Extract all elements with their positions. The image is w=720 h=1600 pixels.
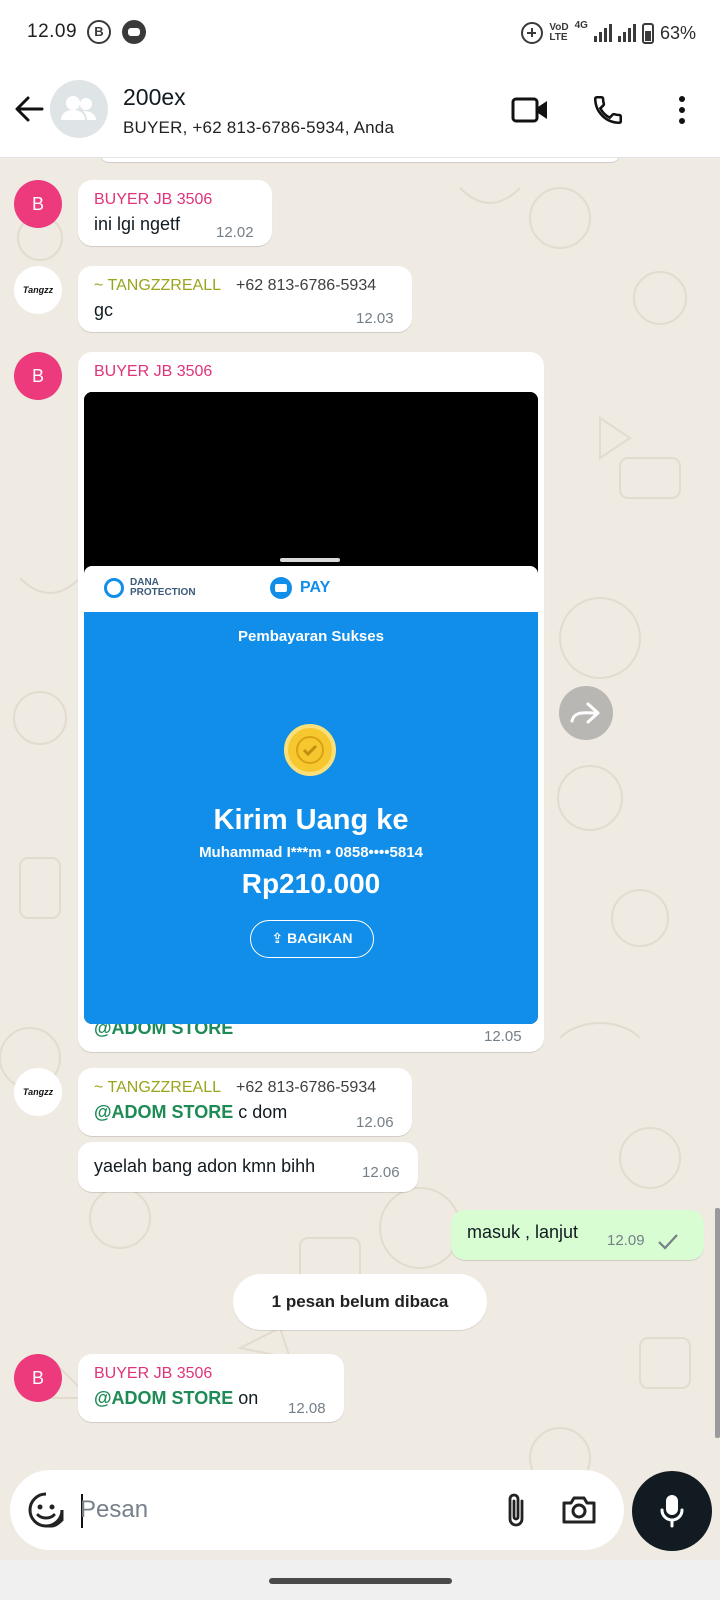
- volte-bottom-label: LTE: [549, 32, 568, 43]
- share-label: BAGIKAN: [287, 930, 353, 946]
- pay-logo: PAY: [270, 577, 330, 599]
- microphone-icon: [660, 1495, 684, 1528]
- pay-label: PAY: [300, 579, 331, 596]
- message-text: yaelah bang adon kmn bihh: [94, 1156, 316, 1176]
- sender-avatar-buyer[interactable]: B: [14, 352, 62, 400]
- volte-icon: VoD LTE: [549, 23, 568, 43]
- mention-link[interactable]: @ADOM STORE: [94, 1388, 233, 1408]
- b-notification-icon: B: [87, 20, 111, 44]
- data-saver-icon: [521, 22, 544, 44]
- emoji-sticker-button[interactable]: [26, 1490, 66, 1530]
- share-icon: ⇪: [271, 930, 288, 946]
- receipt-share-button: ⇪ BAGIKAN: [250, 920, 374, 958]
- forward-button[interactable]: [559, 686, 613, 740]
- paperclip-icon: [508, 1493, 524, 1527]
- message-input[interactable]: [80, 1488, 460, 1532]
- sender-name[interactable]: ~ TANGZZREALL: [94, 1079, 221, 1097]
- outgoing-message-bubble[interactable]: masuk , lanjut 12.09: [451, 1210, 704, 1260]
- message-text: masuk , lanjut: [467, 1222, 579, 1242]
- message-time: 12.06: [362, 1164, 400, 1181]
- group-icon: [61, 96, 96, 120]
- sender-avatar-buyer[interactable]: B: [14, 180, 62, 228]
- message-bubble[interactable]: BUYER JB 3506 ini lgi ngetf 12.02: [78, 180, 272, 246]
- message-time: 12.06: [356, 1114, 394, 1131]
- system-navigation-bar: [0, 1560, 720, 1600]
- sender-avatar-buyer[interactable]: B: [14, 1354, 62, 1402]
- sender-avatar-tangzz[interactable]: Tangzz: [14, 266, 62, 314]
- voice-call-button[interactable]: [586, 88, 630, 132]
- dana-shield-icon: [104, 578, 124, 598]
- receipt-amount: Rp210.000: [241, 868, 381, 899]
- chat-notification-icon: [122, 20, 146, 44]
- more-options-button[interactable]: [660, 88, 704, 132]
- message-time: 12.02: [216, 224, 254, 241]
- message-text: c dom: [233, 1102, 288, 1122]
- signal-2-icon: [617, 24, 636, 42]
- success-coin-icon: [284, 724, 336, 776]
- receipt-body: Pembayaran Sukses Kirim Uang ke Muhammad…: [84, 612, 538, 1024]
- sender-avatar-tangzz[interactable]: Tangzz: [14, 1068, 62, 1116]
- battery-percent: 63%: [659, 22, 696, 43]
- message-bubble[interactable]: BUYER JB 3506 @ADOM STORE on 12.08: [78, 1354, 344, 1422]
- kebab-menu-icon: [679, 96, 685, 124]
- message-text: gc: [94, 300, 114, 320]
- image-handle: [280, 558, 340, 562]
- sender-name[interactable]: BUYER JB 3506: [94, 191, 212, 209]
- chat-title[interactable]: 200ex: [123, 84, 186, 111]
- home-gesture-pill[interactable]: [269, 1578, 452, 1584]
- camera-button[interactable]: [556, 1488, 602, 1532]
- image-dark-area: [84, 392, 538, 566]
- attach-button[interactable]: [494, 1488, 538, 1532]
- back-button[interactable]: [12, 92, 46, 126]
- voice-message-button[interactable]: [632, 1471, 712, 1551]
- message-bubble[interactable]: ~ TANGZZREALL +62 813-6786-5934 @ADOM ST…: [78, 1068, 412, 1136]
- dana-protection-logo: DANA PROTECTION: [104, 578, 196, 598]
- message-time: 12.08: [288, 1400, 326, 1417]
- signal-icon: [593, 24, 612, 42]
- scrollbar[interactable]: [715, 1208, 720, 1438]
- status-bar: 12.09 B VoD LTE 4G 63%: [0, 0, 720, 64]
- message-text: on: [233, 1388, 259, 1408]
- group-avatar[interactable]: [50, 80, 108, 138]
- sticker-icon: [28, 1492, 64, 1528]
- receipt-title: Kirim Uang ke: [213, 804, 409, 836]
- sender-name[interactable]: ~ TANGZZREALL: [94, 277, 221, 295]
- video-camera-icon: [511, 97, 547, 123]
- payment-status: Pembayaran Sukses: [238, 628, 384, 645]
- sender-name[interactable]: BUYER JB 3506: [94, 1365, 212, 1383]
- camera-icon: [562, 1496, 596, 1524]
- status-right-group: VoD LTE 4G 63%: [521, 20, 696, 46]
- payment-screenshot-image[interactable]: DANA PROTECTION PAY Pembayaran Sukses Kir…: [84, 392, 538, 1024]
- wallet-icon: [270, 577, 292, 599]
- battery-icon: [641, 22, 654, 44]
- sender-name[interactable]: BUYER JB 3506: [94, 363, 212, 381]
- back-arrow-icon: [15, 96, 44, 122]
- receipt-header: DANA PROTECTION PAY: [84, 566, 538, 612]
- message-bubble[interactable]: yaelah bang adon kmn bihh 12.06: [78, 1142, 418, 1192]
- message-time: 12.09: [607, 1232, 645, 1249]
- message-bubble-partial[interactable]: [100, 158, 620, 162]
- chat-area[interactable]: B BUYER JB 3506 ini lgi ngetf 12.02 Tang…: [0, 158, 720, 1530]
- receipt-recipient: Muhammad I***m • 0858••••5814: [199, 844, 423, 861]
- mention-link[interactable]: @ADOM STORE: [94, 1102, 233, 1122]
- message-bubble[interactable]: ~ TANGZZREALL +62 813-6786-5934 gc 12.03: [78, 266, 412, 332]
- message-text: ini lgi ngetf: [94, 214, 181, 234]
- phone-icon: [593, 95, 623, 125]
- forward-icon: [570, 702, 600, 724]
- sender-phone: +62 813-6786-5934: [236, 1079, 377, 1096]
- network-type: 4G: [574, 20, 588, 31]
- message-time: 12.03: [356, 310, 394, 327]
- sent-check-icon: [658, 1234, 678, 1250]
- chat-subtitle[interactable]: BUYER, +62 813-6786-5934, Anda: [123, 118, 394, 138]
- unread-messages-banner: 1 pesan belum dibaca: [233, 1274, 487, 1330]
- chat-header: 200ex BUYER, +62 813-6786-5934, Anda: [0, 64, 720, 158]
- message-input-bar: [10, 1470, 624, 1550]
- sender-phone: +62 813-6786-5934: [236, 277, 377, 294]
- protection-label: PROTECTION: [130, 587, 196, 598]
- status-time: 12.09: [27, 21, 78, 42]
- message-time: 12.05: [484, 1028, 522, 1045]
- video-call-button[interactable]: [508, 88, 552, 132]
